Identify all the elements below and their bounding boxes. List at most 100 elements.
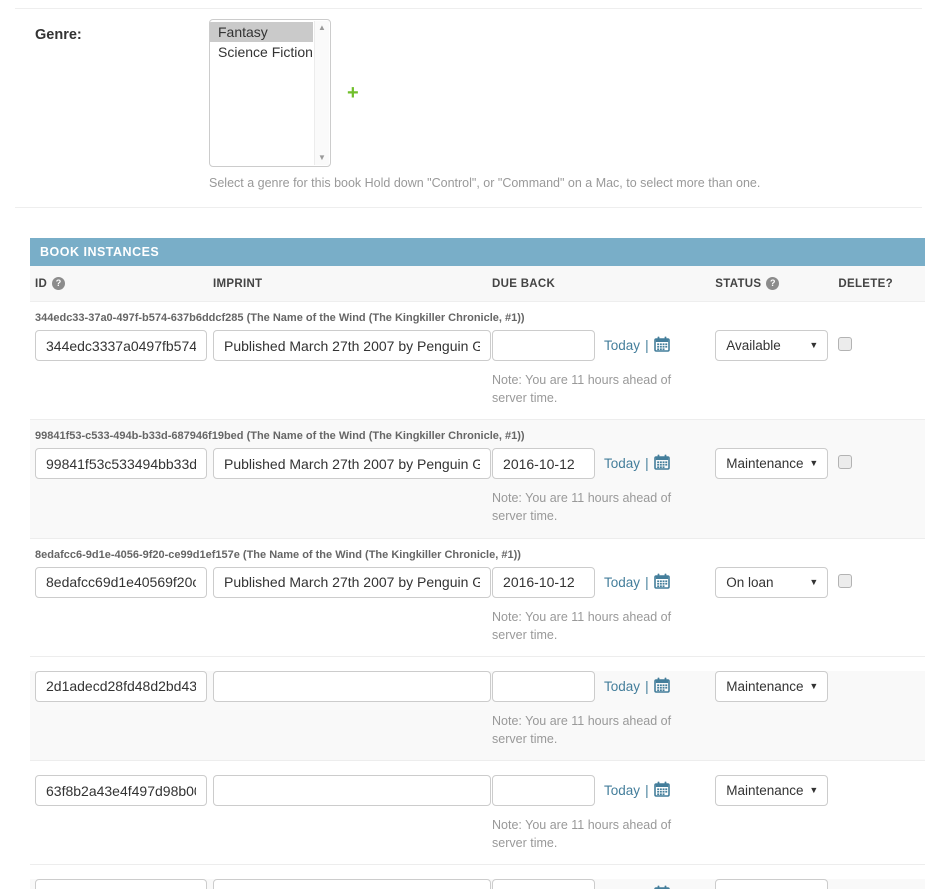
status-select[interactable]: Maintenance ▼ [715,879,828,889]
calendar-icon[interactable] [654,677,670,698]
due-back-cell: Today | [492,567,715,644]
note-text: Note: You are 11 hours ahead of server t… [492,816,704,852]
chevron-down-icon: ▼ [809,776,818,805]
link-separator: | [645,338,649,353]
row-fields: Today | [35,330,925,407]
book-instance-row: 344edc33-37a0-497f-b574-637b6ddcf285 (Th… [30,302,925,420]
id-input[interactable] [35,567,207,598]
chevron-down-icon: ▼ [809,449,818,478]
imprint-input[interactable] [213,775,491,806]
select-scrollbar[interactable]: ▲ ▼ [314,21,329,165]
genre-field-row: Genre: Fantasy Science Fiction ▲ ▼ + [0,9,937,167]
genre-label: Genre: [35,19,209,167]
due-back-input[interactable] [492,879,595,889]
status-select[interactable]: Maintenance ▼ [715,671,828,702]
due-back-line: Today | [492,671,715,702]
column-header-imprint: IMPRINT [213,277,492,290]
row-fields: Today | [35,879,925,889]
calendar-icon[interactable] [654,336,670,357]
id-cell [35,775,213,806]
status-cell: Maintenance ▼ [715,671,838,702]
imprint-input[interactable] [213,567,491,598]
scroll-down-icon[interactable]: ▼ [318,154,326,162]
column-header-status-label: STATUS [715,278,761,290]
status-select[interactable]: On loan ▼ [715,567,828,598]
status-select[interactable]: Maintenance ▼ [715,775,828,806]
status-cell: Available ▼ [715,330,838,361]
delete-cell [838,775,925,782]
id-cell [35,567,213,598]
chevron-down-icon: ▼ [809,672,818,701]
row-fields: Today | [35,448,925,525]
note-text: Note: You are 11 hours ahead of server t… [492,608,704,644]
due-back-cell: Today | [492,448,715,525]
row-caption: 8edafcc6-9d1e-4056-9f20-ce99d1ef157e (Th… [35,539,925,561]
today-link[interactable]: Today [604,783,640,798]
imprint-input[interactable] [213,330,491,361]
id-input[interactable] [35,775,207,806]
id-input[interactable] [35,330,207,361]
status-cell: Maintenance ▼ [715,775,838,806]
column-header-id-label: ID [35,278,47,290]
calendar-icon[interactable] [654,573,670,594]
due-back-line: Today | [492,879,715,889]
help-icon: ? [766,277,779,290]
id-input[interactable] [35,671,207,702]
due-back-cell: Today | [492,671,715,748]
add-genre-plus-icon[interactable]: + [347,83,359,103]
link-separator: | [645,575,649,590]
column-header-status: STATUS ? [715,277,838,290]
imprint-input[interactable] [213,879,491,889]
genre-option-science-fiction[interactable]: Science Fiction [210,42,313,62]
genre-help-text: Select a genre for this book Hold down "… [209,176,937,190]
id-cell [35,330,213,361]
column-header-delete: DELETE? [838,277,925,290]
due-back-input[interactable] [492,448,595,479]
calendar-icon[interactable] [654,885,670,889]
today-link[interactable]: Today [604,338,640,353]
delete-checkbox[interactable] [838,455,852,469]
chevron-down-icon: ▼ [809,568,818,597]
inline-rows: 344edc33-37a0-497f-b574-637b6ddcf285 (Th… [30,302,925,889]
id-cell [35,671,213,702]
id-cell [35,448,213,479]
imprint-cell [213,879,492,889]
due-back-input[interactable] [492,330,595,361]
genre-options: Fantasy Science Fiction [210,20,313,62]
row-fields: Today | [35,567,925,644]
due-back-cell: Today | [492,879,715,889]
book-instance-row: Today | [30,775,925,865]
book-instance-row: 99841f53-c533-494b-b33d-687946f19bed (Th… [30,420,925,538]
id-input[interactable] [35,448,207,479]
delete-cell [838,879,925,886]
due-back-input[interactable] [492,567,595,598]
imprint-cell [213,448,492,479]
due-back-input[interactable] [492,671,595,702]
link-separator: | [645,679,649,694]
genre-multiselect[interactable]: Fantasy Science Fiction ▲ ▼ [209,19,331,167]
note-text: Note: You are 11 hours ahead of server t… [492,712,704,748]
book-instance-row: Today | [30,879,925,889]
today-link[interactable]: Today [604,679,640,694]
calendar-icon[interactable] [654,454,670,475]
status-cell: Maintenance ▼ [715,448,838,479]
scroll-up-icon[interactable]: ▲ [318,24,326,32]
status-select[interactable]: Available ▼ [715,330,828,361]
help-icon: ? [52,277,65,290]
today-link[interactable]: Today [604,456,640,471]
note-text: Note: You are 11 hours ahead of server t… [492,489,704,525]
due-back-input[interactable] [492,775,595,806]
genre-option-fantasy[interactable]: Fantasy [210,22,313,42]
module-title: BOOK INSTANCES [30,238,925,266]
imprint-input[interactable] [213,671,491,702]
calendar-icon[interactable] [654,781,670,802]
imprint-input[interactable] [213,448,491,479]
row-fields: Today | [35,775,925,852]
row-fields: Today | [35,671,925,748]
delete-checkbox[interactable] [838,337,852,351]
delete-checkbox[interactable] [838,574,852,588]
status-select[interactable]: Maintenance ▼ [715,448,828,479]
today-link[interactable]: Today [604,575,640,590]
book-instance-row: Today | [30,671,925,761]
id-input[interactable] [35,879,207,889]
